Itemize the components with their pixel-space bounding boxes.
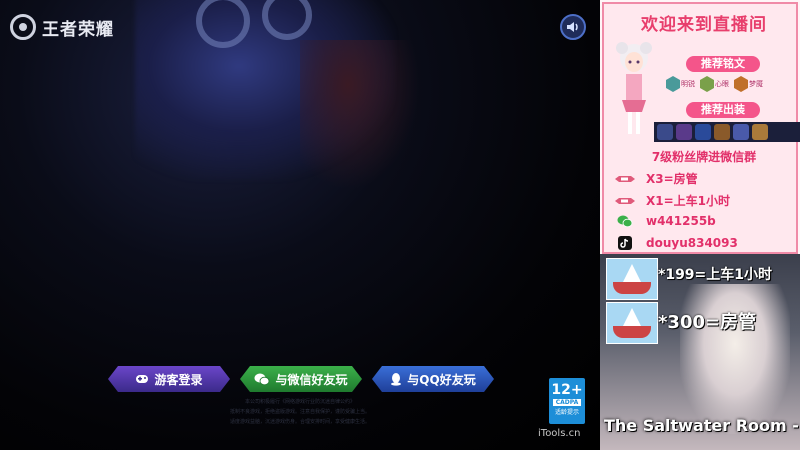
info-line: douyu834093	[614, 236, 738, 250]
wechat-icon	[614, 215, 636, 228]
wechat-login-label: 与微信好友玩	[275, 372, 348, 387]
info-line-text: X1=上车1小时	[646, 194, 731, 208]
rune-item: 心眼	[700, 76, 729, 92]
info-line-text: X3=房管	[646, 172, 698, 186]
speaker-icon	[567, 22, 578, 32]
equipment-icon	[695, 124, 711, 140]
guest-login-button[interactable]: 游客登录	[108, 366, 230, 392]
gift-icon	[606, 302, 658, 344]
qq-penguin-icon	[390, 372, 402, 386]
info-line: X3=房管	[614, 170, 698, 187]
rocket-icon	[614, 196, 636, 206]
rune-name: 心眼	[715, 80, 729, 88]
game-login-screen: 王者荣耀 游客登录 与微信好友玩 与QQ好友玩 本公司积极履行《网络游戏行业防沉…	[0, 0, 600, 450]
welcome-title: 欢迎来到直播间	[641, 15, 767, 35]
rune-icon	[666, 76, 680, 92]
wechat-icon	[254, 373, 270, 386]
rune-name: 明锐	[681, 80, 695, 88]
logo-icon	[10, 14, 36, 40]
equipment-icon	[657, 124, 673, 140]
wechat-login-button[interactable]: 与微信好友玩	[240, 366, 362, 392]
anime-mascot	[616, 42, 652, 134]
rating-note: 适龄提示	[554, 409, 579, 416]
gift-reward-text: *300=房管	[658, 312, 757, 333]
rune-item: 梦魇	[734, 76, 763, 92]
gift-icon	[606, 258, 658, 300]
stream-screen: 王者荣耀 游客登录 与微信好友玩 与QQ好友玩 本公司积极履行《网络游戏行业防沉…	[0, 0, 800, 450]
fan-group-title: 7级粉丝牌进微信群	[651, 150, 757, 164]
welcome-banner: 欢迎来到直播间 推荐铭文 明锐 心眼 梦魇 推荐出装 7级粉丝牌进微信群 X3=…	[602, 2, 800, 254]
equipment-icon	[733, 124, 749, 140]
info-line-text: w441255b	[646, 214, 716, 228]
rune-name: 梦魇	[749, 80, 763, 88]
game-title: 王者荣耀	[42, 19, 114, 40]
guest-login-label: 游客登录	[154, 372, 203, 387]
gamepad-icon	[135, 373, 149, 385]
now-playing-ticker: The Saltwater Room - Ow	[604, 416, 800, 435]
legal-notice-2: 抵制不良游戏，拒绝盗版游戏。注意自我保护，谨防受骗上当。	[229, 409, 370, 415]
info-line-text: douyu834093	[646, 236, 738, 250]
rune-icon	[700, 76, 714, 92]
hero-artwork-shadow	[300, 40, 420, 190]
character-artwork	[680, 284, 790, 434]
rune-icon	[734, 76, 748, 92]
age-rating: 12+	[551, 382, 583, 398]
fan-group-info: 7级粉丝牌进微信群 X3=房管 X1=上车1小时 w441255b douyu8…	[610, 146, 798, 254]
info-line: w441255b	[614, 214, 716, 228]
legal-notice-3: 适度游戏益脑，沉迷游戏伤身。合理安排时间，享受健康生活。	[229, 419, 370, 425]
equipment-icon	[752, 124, 768, 140]
douyin-icon	[614, 236, 636, 250]
qq-login-label: 与QQ好友玩	[407, 372, 476, 387]
gift-reward-text: *199=上车1小时	[658, 267, 773, 283]
sound-button[interactable]	[560, 14, 586, 40]
rune-list: 明锐 心眼 梦魇	[666, 76, 763, 92]
equipment-list	[654, 122, 800, 142]
rune-item: 明锐	[666, 76, 695, 92]
watermark: iTools.cn	[538, 428, 581, 439]
stream-overlay-panel: 欢迎来到直播间 推荐铭文 明锐 心眼 梦魇 推荐出装 7级粉丝牌进微信群 X3=…	[600, 0, 800, 450]
age-rating-badge: 12+ CADPA 适龄提示	[549, 378, 585, 424]
game-logo: 王者荣耀	[10, 14, 114, 40]
equipment-icon	[676, 124, 692, 140]
qq-login-button[interactable]: 与QQ好友玩	[372, 366, 494, 392]
legal-notice-1: 本公司积极履行《网络游戏行业防沉迷自律公约》	[244, 399, 355, 405]
login-options: 游客登录 与微信好友玩 与QQ好友玩	[108, 366, 498, 392]
info-line: X1=上车1小时	[614, 192, 730, 209]
equipment-recommend-label: 推荐出装	[686, 102, 760, 118]
rocket-icon	[614, 174, 636, 184]
equipment-icon	[714, 124, 730, 140]
rune-recommend-label: 推荐铭文	[686, 56, 760, 72]
rating-org: CADPA	[552, 399, 582, 406]
gift-rewards-area: *199=上车1小时 *300=房管 The Saltwater Room - …	[600, 254, 800, 450]
